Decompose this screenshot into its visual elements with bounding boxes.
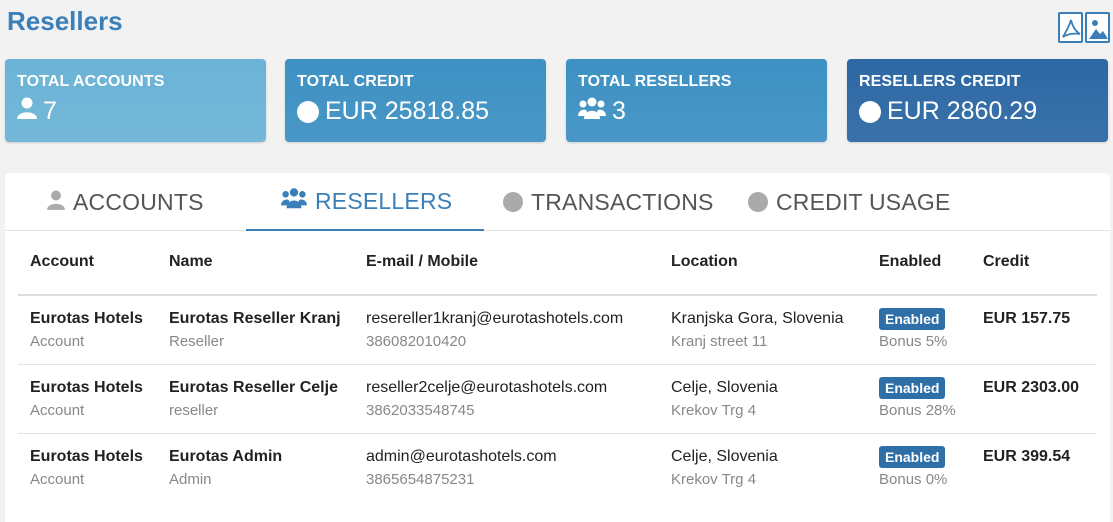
account-type: Account (30, 470, 85, 488)
account-name: Eurotas Hotels (30, 378, 143, 396)
card-value: 3 (612, 97, 626, 125)
account-name: Eurotas Hotels (30, 447, 143, 465)
column-header-location[interactable]: Location (659, 253, 867, 296)
cell-enabled: Enabled Bonus 5% (867, 295, 971, 365)
column-header-name[interactable]: Name (157, 253, 354, 296)
cell-location: Kranjska Gora, Slovenia Kranj street 11 (659, 295, 867, 365)
cell-name: Eurotas Admin Admin (157, 433, 354, 502)
credit: EUR 2303.00 (983, 378, 1080, 396)
card-total-accounts: TOTAL ACCOUNTS 7 (5, 59, 266, 142)
address: Kranj street 11 (671, 333, 768, 350)
location: Celje, Slovenia (671, 447, 778, 465)
reseller-role: Admin (169, 470, 212, 488)
tab-accounts[interactable]: ACCOUNTS (47, 173, 204, 231)
reseller-role: reseller (169, 401, 219, 419)
email: admin@eurotashotels.com (366, 447, 557, 465)
tab-transactions[interactable]: TRANSACTIONS (503, 173, 714, 231)
cell-credit: EUR 157.75 (971, 295, 1097, 365)
status-badge: Enabled (879, 445, 946, 468)
card-title: TOTAL CREDIT (297, 73, 414, 90)
page-title: Resellers (7, 6, 123, 36)
reseller-role: Reseller (169, 333, 225, 350)
cell-location: Celje, Slovenia Krekov Trg 4 (659, 433, 867, 502)
card-title: RESELLERS CREDIT (859, 73, 1021, 90)
cell-location: Celje, Slovenia Krekov Trg 4 (659, 364, 867, 434)
address: Krekov Trg 4 (671, 401, 757, 419)
cell-email: resereller1kranj@eurotashotels.com 386082… (354, 295, 659, 365)
card-total-credit: TOTAL CREDIT EUR 25818.85 (285, 59, 546, 142)
resellers-panel: ACCOUNTS RESELLERS TRANSACTIONS CREDIT U… (5, 173, 1110, 522)
cell-enabled: Enabled Bonus 0% (867, 433, 971, 502)
table-row[interactable]: Eurotas Hotels Account Eurotas Reseller K… (18, 295, 1097, 365)
cell-enabled: Enabled Bonus 28% (867, 364, 971, 434)
email: reseller2celje@eurotashotels.com (366, 378, 608, 396)
credit: EUR 157.75 (983, 310, 1071, 327)
users-icon (578, 97, 606, 126)
bonus: Bonus 0% (879, 470, 948, 488)
pdf-file-icon[interactable] (1058, 12, 1083, 43)
account-type: Account (30, 401, 85, 419)
circle-icon (859, 100, 881, 123)
mobile: 3862033548745 (366, 401, 475, 419)
column-header-credit[interactable]: Credit (971, 253, 1097, 296)
card-title: TOTAL ACCOUNTS (17, 73, 165, 90)
card-value: EUR 2860.29 (887, 97, 1038, 125)
card-value: EUR 25818.85 (325, 97, 490, 125)
circle-icon (297, 100, 319, 123)
export-toolbar (1058, 12, 1110, 43)
card-resellers-credit: RESELLERS CREDIT EUR 2860.29 (847, 59, 1108, 142)
location: Celje, Slovenia (671, 378, 778, 396)
reseller-name: Eurotas Reseller Celje (169, 378, 338, 396)
card-total-resellers: TOTAL RESELLERS 3 (566, 59, 827, 142)
cell-credit: EUR 399.54 (971, 433, 1097, 502)
cell-credit: EUR 2303.00 (971, 364, 1097, 434)
tab-label: RESELLERS (315, 187, 453, 214)
tab-label: TRANSACTIONS (531, 188, 714, 215)
tab-resellers[interactable]: RESELLERS (246, 173, 484, 231)
cell-account: Eurotas Hotels Account (18, 295, 157, 365)
image-file-icon[interactable] (1085, 12, 1110, 43)
column-header-enabled[interactable]: Enabled (867, 253, 971, 296)
reseller-name: Eurotas Admin (169, 447, 283, 465)
mobile: 386082010420 (366, 333, 467, 350)
table-row[interactable]: Eurotas Hotels Account Eurotas Admin Admin… (18, 433, 1097, 502)
tab-bar: ACCOUNTS RESELLERS TRANSACTIONS CREDIT U… (5, 173, 1110, 231)
user-icon (17, 97, 37, 126)
cell-email: reseller2celje@eurotashotels.com 38620335… (354, 364, 659, 434)
status-badge: Enabled (879, 376, 946, 399)
tab-label: CREDIT USAGE (776, 188, 951, 215)
email: resereller1kranj@eurotashotels.com (366, 310, 624, 327)
account-type: Account (30, 333, 85, 350)
circle-icon (748, 192, 768, 212)
user-icon (47, 189, 65, 216)
bonus: Bonus 28% (879, 401, 956, 419)
table-row[interactable]: Eurotas Hotels Account Eurotas Reseller C… (18, 364, 1097, 434)
cell-name: Eurotas Reseller Celje reseller (157, 364, 354, 434)
tab-credit-usage[interactable]: CREDIT USAGE (748, 173, 951, 231)
cell-name: Eurotas Reseller Kranj Reseller (157, 295, 354, 365)
cell-account: Eurotas Hotels Account (18, 433, 157, 502)
card-value: 7 (43, 97, 57, 125)
tab-label: ACCOUNTS (73, 188, 204, 215)
status-badge: Enabled (879, 308, 946, 330)
account-name: Eurotas Hotels (30, 310, 143, 327)
column-header-email[interactable]: E-mail / Mobile (354, 253, 659, 296)
users-icon (281, 187, 307, 215)
circle-icon (503, 192, 523, 212)
address: Krekov Trg 4 (671, 470, 757, 488)
column-header-account[interactable]: Account (18, 253, 157, 296)
card-title: TOTAL RESELLERS (578, 73, 732, 90)
cell-email: admin@eurotashotels.com 3865654875231 (354, 433, 659, 502)
reseller-name: Eurotas Reseller Kranj (169, 310, 341, 327)
mobile: 3865654875231 (366, 470, 475, 488)
cell-account: Eurotas Hotels Account (18, 364, 157, 434)
resellers-table: Account Name E-mail / Mobile Location En… (18, 253, 1097, 502)
credit: EUR 399.54 (983, 447, 1071, 465)
bonus: Bonus 5% (879, 333, 948, 350)
table-header-row: Account Name E-mail / Mobile Location En… (18, 253, 1097, 296)
location: Kranjska Gora, Slovenia (671, 310, 844, 327)
